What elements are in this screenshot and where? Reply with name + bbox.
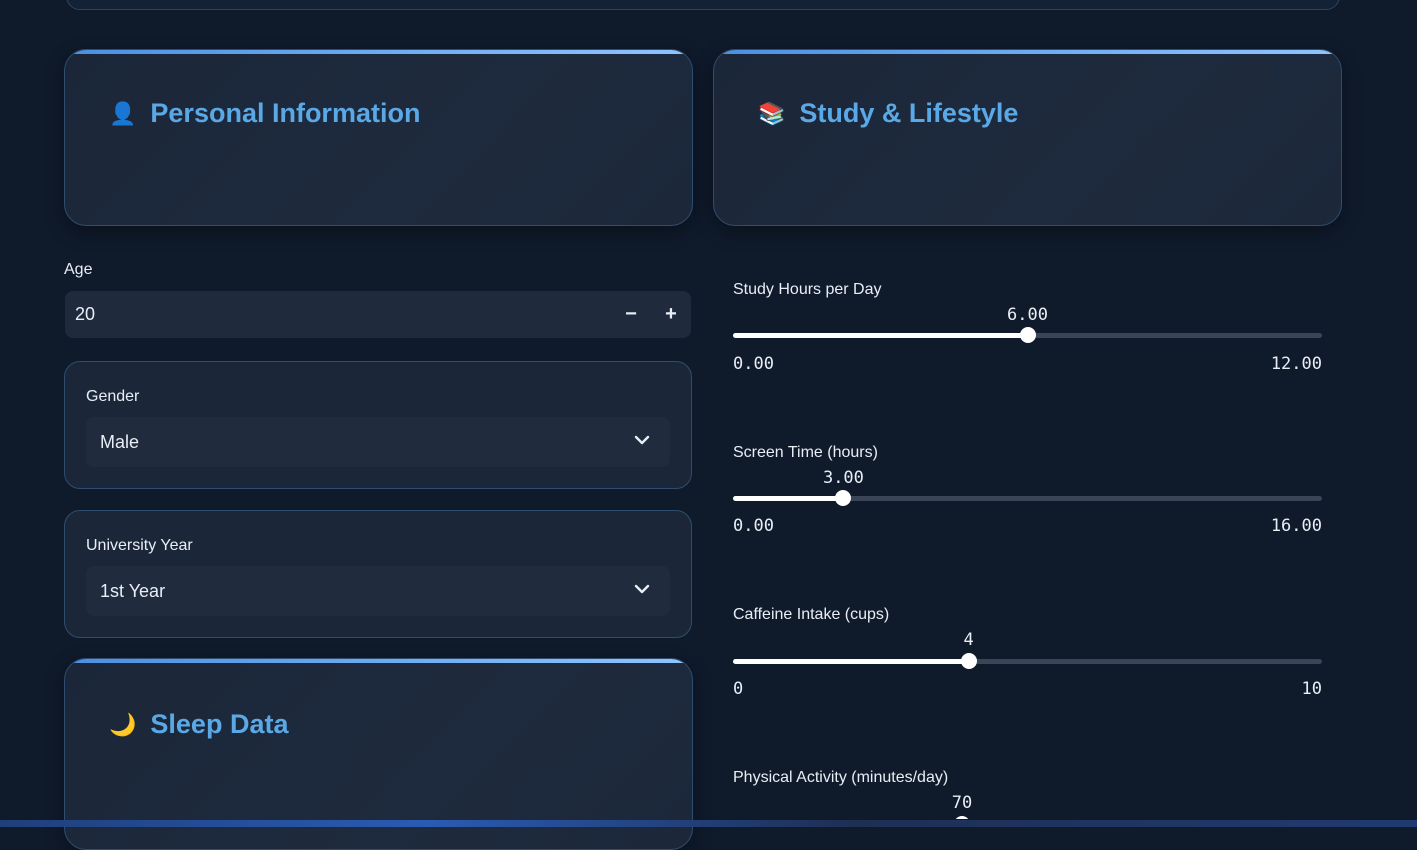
physical-activity-slider: Physical Activity (minutes/day) 70 [733,769,1322,819]
moon-icon: 🌙 [109,711,137,737]
study-lifestyle-title: Study & Lifestyle [799,98,1019,128]
study-hours-slider: Study Hours per Day 6.00 0.00 12.00 [733,281,1322,381]
slider-thumb[interactable] [1019,327,1036,343]
gender-label: Gender [86,388,140,405]
slider-current-value: 70 [951,793,973,813]
taskbar-strip [0,820,1417,827]
person-icon: 👤 [109,100,137,126]
slider-label: Caffeine Intake (cups) [733,606,890,623]
slider-current-value: 3.00 [822,468,864,488]
slider-label: Study Hours per Day [733,281,882,298]
slider-current-value: 6.00 [1007,305,1048,325]
slider-fill [733,496,844,501]
personal-info-card: 👤 Personal Information [64,49,693,226]
age-value[interactable]: 20 [75,304,95,325]
slider-track[interactable] [733,490,1322,506]
age-number-input[interactable]: 20 − + [65,291,691,338]
screen-time-slider: Screen Time (hours) 3.00 0.00 16.00 [733,444,1322,544]
slider-min-value: 0.00 [733,516,774,536]
slider-track[interactable] [733,327,1322,343]
slider-current-value: 4 [963,630,974,650]
sleep-data-title: Sleep Data [150,709,289,739]
university-year-value: 1st Year [100,581,166,601]
slider-thumb[interactable] [835,490,852,506]
chevron-down-icon[interactable] [632,430,652,450]
university-year-label: University Year [86,537,193,554]
slider-fill [733,333,1028,338]
gender-field-card: Gender Male [64,361,692,489]
caffeine-intake-slider: Caffeine Intake (cups) 4 0 10 [733,606,1322,706]
personal-info-title: Personal Information [150,98,421,128]
sleep-data-heading: 🌙 Sleep Data [109,709,288,740]
gender-value: Male [100,432,140,452]
books-icon: 📚 [758,100,786,126]
top-panel-edge [66,0,1340,10]
chevron-down-icon[interactable] [632,579,652,599]
slider-thumb[interactable] [954,816,970,819]
university-year-select[interactable]: 1st Year [86,566,670,616]
slider-max-value: 12.00 [1270,354,1322,374]
slider-min-value: 0 [733,679,744,699]
slider-track[interactable] [733,653,1322,669]
slider-max-value: 16.00 [1270,516,1322,536]
slider-max-value: 10 [1301,679,1322,699]
age-decrement-button[interactable]: − [618,301,644,327]
slider-thumb[interactable] [960,653,977,669]
slider-label: Screen Time (hours) [733,444,878,461]
slider-label: Physical Activity (minutes/day) [733,769,949,786]
personal-info-heading: 👤 Personal Information [109,98,420,129]
study-lifestyle-card: 📚 Study & Lifestyle [713,49,1342,226]
age-increment-button[interactable]: + [658,301,684,327]
age-label: Age [64,261,93,278]
university-year-field-card: University Year 1st Year [64,510,692,638]
slider-fill [733,659,969,664]
study-lifestyle-heading: 📚 Study & Lifestyle [758,98,1018,129]
gender-select[interactable]: Male [86,417,670,467]
slider-min-value: 0.00 [733,354,774,374]
